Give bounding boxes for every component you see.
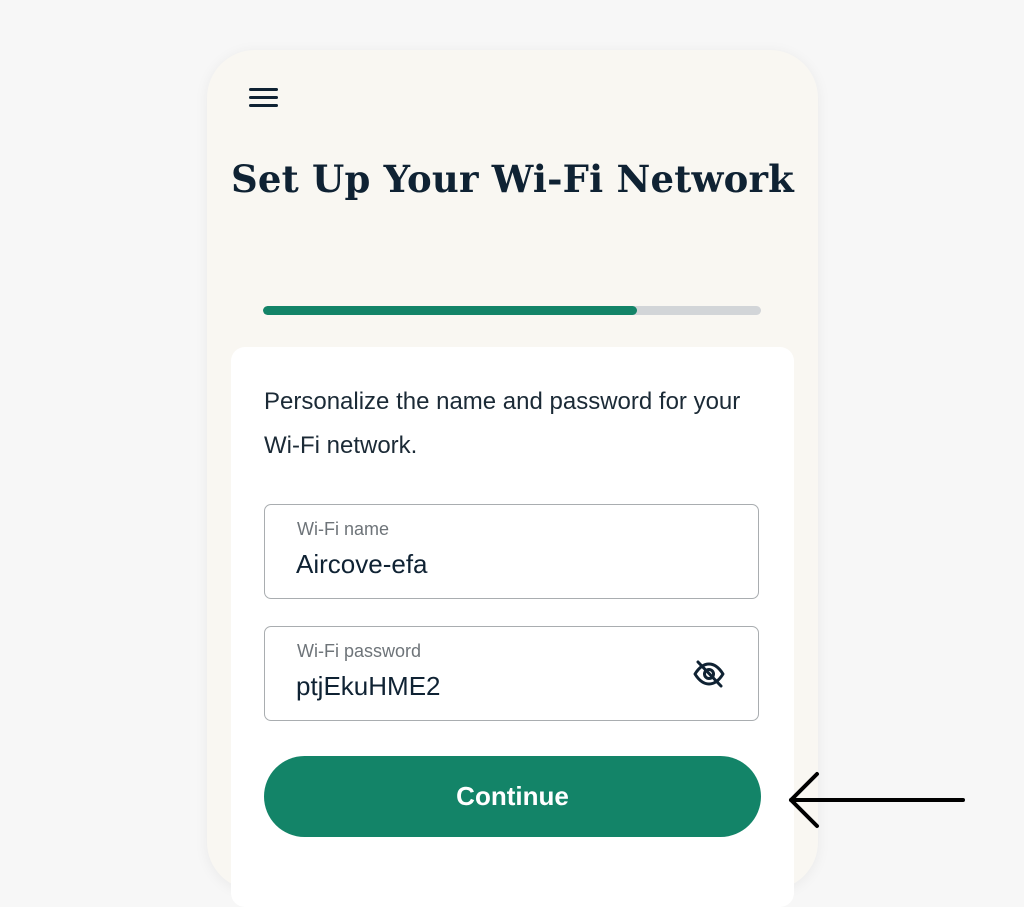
card-description: Personalize the name and password for yo… (264, 388, 741, 459)
wifi-setup-card: Personalize the name and password for yo… (231, 347, 794, 907)
left-arrow-icon (789, 772, 965, 828)
continue-button[interactable]: Continue (264, 756, 761, 837)
eye-slash-icon[interactable] (692, 657, 726, 691)
progress-bar (263, 306, 761, 315)
hamburger-menu-icon[interactable] (249, 88, 279, 108)
page-title: Set Up Your Wi-Fi Network (230, 157, 795, 201)
wifi-password-label: Wi-Fi password (297, 641, 422, 661)
progress-bar-fill (263, 306, 637, 315)
wifi-name-field[interactable]: Wi-Fi name (264, 504, 759, 599)
wifi-name-input[interactable] (296, 549, 676, 580)
wifi-password-input[interactable] (296, 671, 676, 702)
wifi-name-label: Wi-Fi name (297, 519, 390, 539)
wifi-password-field[interactable]: Wi-Fi password (264, 626, 759, 721)
phone-screen: Set Up Your Wi-Fi Network Personalize th… (207, 50, 818, 907)
